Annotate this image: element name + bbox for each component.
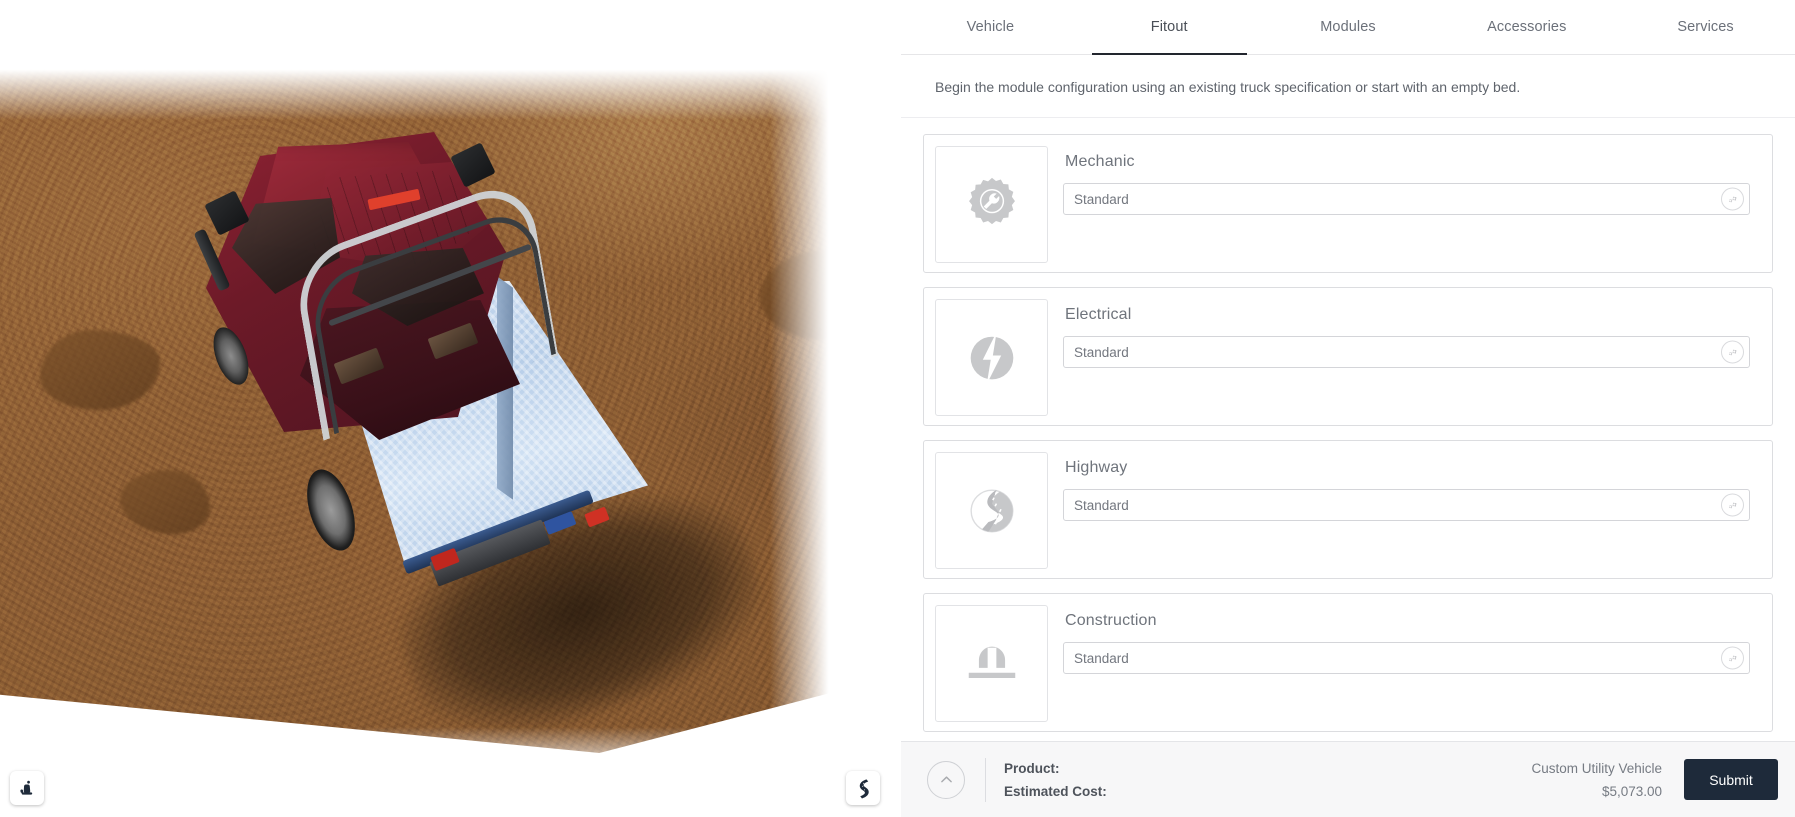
settings-gear-icon	[1729, 655, 1737, 662]
spec-settings-button[interactable]	[1721, 646, 1744, 670]
spec-input-construction[interactable]: Standard	[1063, 642, 1750, 674]
collapse-panel-button[interactable]	[927, 760, 965, 799]
spec-card-body: Highway Standard	[1048, 452, 1761, 567]
spec-input-electrical[interactable]: Standard	[1063, 336, 1750, 368]
spec-settings-button[interactable]	[1721, 187, 1744, 211]
configuration-panel: Vehicle Fitout Modules Accessories Servi…	[900, 0, 1795, 817]
spec-input-value: Standard	[1074, 344, 1129, 360]
tab-label: Modules	[1320, 19, 1376, 35]
tab-label: Fitout	[1150, 19, 1188, 35]
winding-road-icon	[859, 779, 869, 799]
spec-card-body: Construction Standard	[1048, 605, 1761, 720]
product-label: Product:	[1004, 760, 1060, 776]
spec-card-highway[interactable]: Highway Standard	[923, 440, 1773, 579]
gear-wrench-icon	[968, 177, 1015, 224]
spec-settings-button[interactable]	[1721, 340, 1744, 364]
tab-fitout[interactable]: Fitout	[1080, 0, 1259, 55]
spec-input-value: Standard	[1074, 191, 1129, 207]
truck-tail-light	[584, 506, 610, 528]
settings-gear-icon	[1729, 502, 1737, 509]
tab-label: Accessories	[1487, 19, 1567, 35]
estimated-cost-label: Estimated Cost:	[1004, 783, 1107, 799]
product-value: Custom Utility Vehicle	[1531, 760, 1662, 776]
spec-card-icon-box	[935, 605, 1048, 722]
spec-settings-button[interactable]	[1721, 493, 1744, 517]
spec-card-title: Construction	[1065, 612, 1157, 629]
interior-view-button[interactable]	[10, 771, 44, 805]
road-view-button[interactable]	[846, 771, 880, 805]
spec-card-body: Electrical Standard	[1048, 299, 1761, 414]
settings-gear-icon	[1729, 349, 1737, 356]
viewport-fade-top	[0, 0, 900, 120]
3d-viewport[interactable]	[0, 0, 900, 817]
specification-card-list: Mechanic Standard Electrical Standard Hi…	[901, 118, 1795, 817]
tab-services[interactable]: Services	[1616, 0, 1795, 54]
viewport-fade-bottom	[0, 727, 900, 817]
estimated-cost-value: $5,073.00	[1601, 783, 1662, 799]
spec-input-value: Standard	[1074, 650, 1129, 666]
spec-input-mechanic[interactable]: Standard	[1063, 183, 1750, 215]
spec-card-title: Mechanic	[1065, 153, 1135, 170]
summary-row-cost: Estimated Cost: $5,073.00	[1004, 784, 1684, 799]
spec-card-title: Electrical	[1065, 306, 1132, 323]
tab-modules[interactable]: Modules	[1259, 0, 1438, 54]
truck-model[interactable]	[0, 0, 900, 817]
tab-vehicle[interactable]: Vehicle	[901, 0, 1080, 54]
tab-label: Vehicle	[966, 19, 1015, 35]
spec-card-mechanic[interactable]: Mechanic Standard	[923, 134, 1773, 273]
settings-gear-icon	[1729, 196, 1737, 203]
truck-wheel-rear	[298, 463, 364, 557]
spec-card-icon-box	[935, 452, 1048, 569]
summary-divider	[985, 757, 986, 802]
submit-button[interactable]: Submit	[1684, 759, 1778, 800]
spec-card-construction[interactable]: Construction Standard	[923, 593, 1773, 732]
spec-card-body: Mechanic Standard	[1048, 146, 1761, 261]
spec-card-icon-box	[935, 299, 1048, 416]
chevron-up-icon	[940, 776, 952, 783]
tab-accessories[interactable]: Accessories	[1437, 0, 1616, 54]
summary-bar: Product: Custom Utility Vehicle Estimate…	[901, 741, 1795, 817]
spec-input-value: Standard	[1074, 497, 1129, 513]
spec-card-icon-box	[935, 146, 1048, 263]
car-seat-icon	[19, 780, 32, 795]
lightning-bolt-icon	[970, 331, 1013, 384]
summary-row-product: Product: Custom Utility Vehicle	[1004, 761, 1684, 776]
spec-card-title: Highway	[1065, 459, 1128, 476]
app-root: Vehicle Fitout Modules Accessories Servi…	[0, 0, 1795, 817]
tab-label: Services	[1677, 19, 1734, 35]
viewport-fade-right	[770, 0, 900, 817]
spec-card-electrical[interactable]: Electrical Standard	[923, 287, 1773, 426]
summary-info: Product: Custom Utility Vehicle Estimate…	[1004, 761, 1684, 799]
tab-bar: Vehicle Fitout Modules Accessories Servi…	[901, 0, 1795, 55]
hard-hat-icon	[968, 646, 1015, 678]
spec-input-highway[interactable]: Standard	[1063, 489, 1750, 521]
winding-road-icon	[969, 488, 1014, 533]
intro-text: Begin the module configuration using an …	[901, 55, 1795, 118]
